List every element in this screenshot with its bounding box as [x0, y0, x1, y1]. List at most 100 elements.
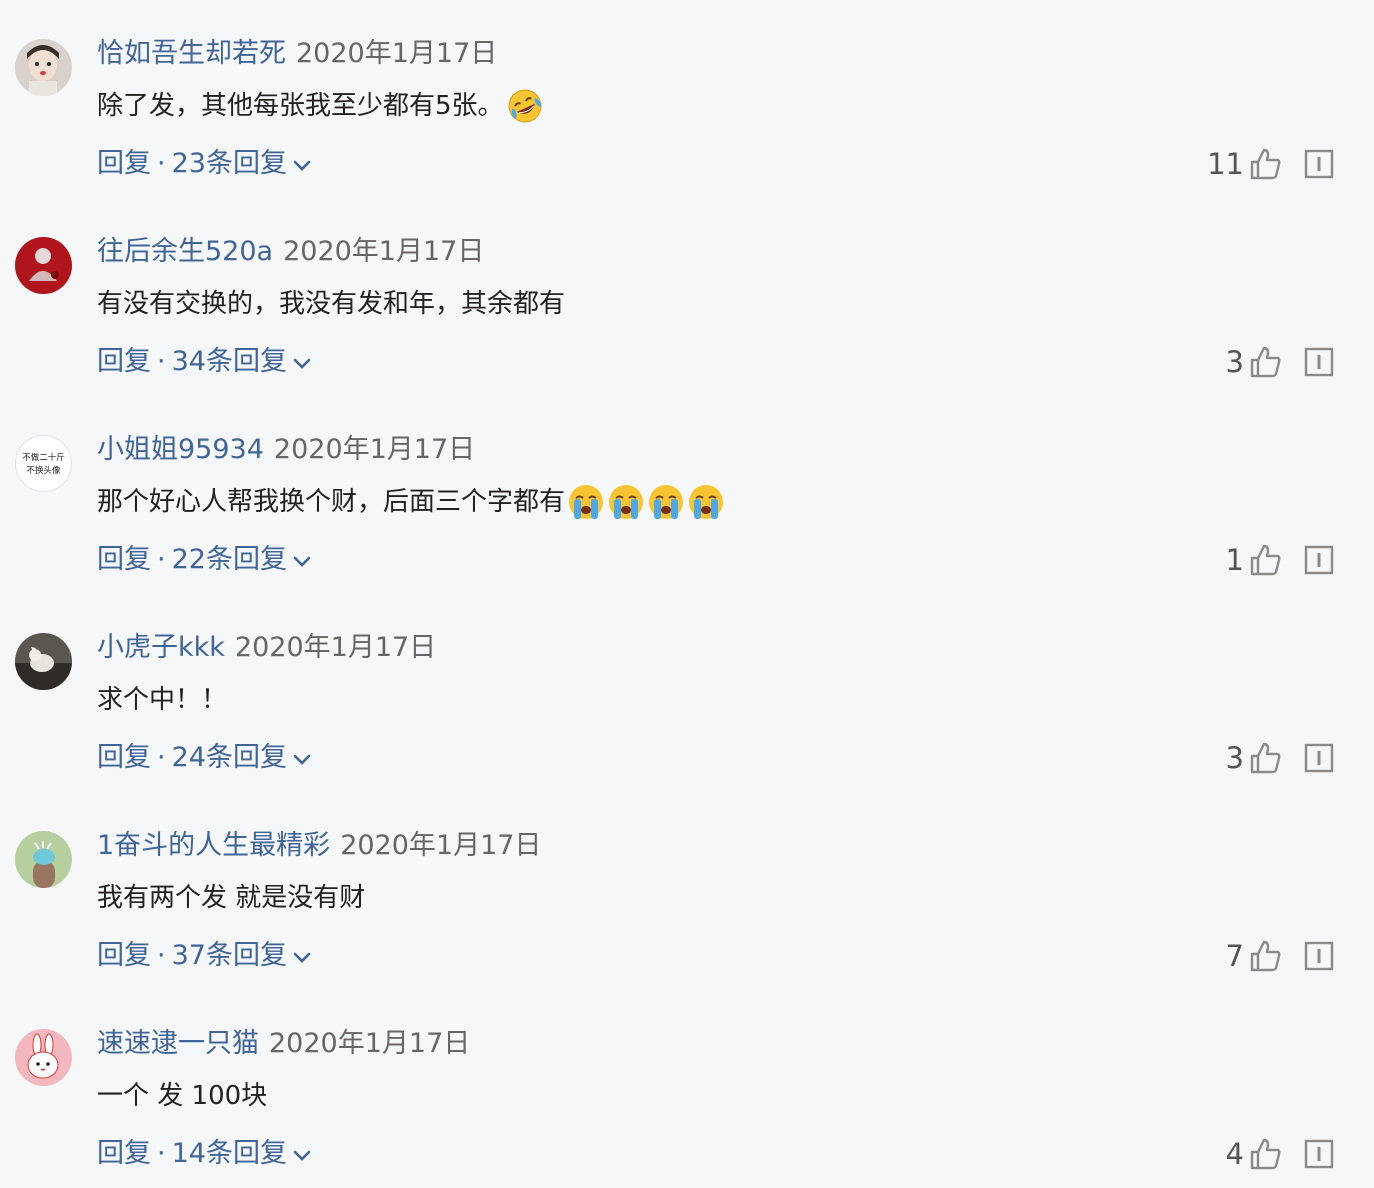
comment-actions: 4: [1226, 1133, 1334, 1175]
username[interactable]: 小姐姐95934: [97, 434, 264, 465]
avatar[interactable]: [15, 831, 72, 888]
separator-dot: ·: [157, 940, 166, 971]
separator-dot: ·: [157, 742, 166, 773]
comment-date: 2020年1月17日: [340, 830, 542, 861]
username[interactable]: 小虎子kkk: [97, 632, 225, 663]
comment-header: 小姐姐95934 2020年1月17日: [97, 430, 475, 470]
report-icon[interactable]: [1304, 743, 1334, 773]
comment-item: 1奋斗的人生最精彩 2020年1月17日 我有两个发 就是没有财 回复 · 37条…: [0, 792, 1374, 990]
avatar-text-2: 不换头像: [26, 465, 61, 476]
reply-count-link[interactable]: 34条回复: [172, 342, 287, 382]
reply-bar: 回复 · 22条回复: [97, 540, 311, 580]
comment-actions: 11: [1207, 143, 1334, 185]
comment-item: 不做二十斤 不换头像 小姐姐95934 2020年1月17日 那个好心人帮我换个财…: [0, 396, 1374, 594]
reply-count-link[interactable]: 23条回复: [172, 144, 287, 184]
comment-text: 求个中！！: [97, 680, 227, 720]
separator-dot: ·: [157, 1138, 166, 1169]
thumbs-up-icon[interactable]: [1248, 1137, 1282, 1171]
chevron-down-icon[interactable]: [293, 754, 311, 766]
thumbs-up-icon[interactable]: [1248, 741, 1282, 775]
avatar[interactable]: 不做二十斤 不换头像: [15, 435, 72, 492]
reply-bar: 回复 · 23条回复: [97, 144, 311, 184]
comment-item: 小虎子kkk 2020年1月17日 求个中！！ 回复 · 24条回复 3: [0, 594, 1374, 792]
reply-button[interactable]: 回复: [97, 936, 151, 976]
report-icon[interactable]: [1304, 1139, 1334, 1169]
comment-date: 2020年1月17日: [269, 1028, 471, 1059]
reply-bar: 回复 · 34条回复: [97, 342, 311, 382]
reply-button[interactable]: 回复: [97, 540, 151, 580]
comment-date: 2020年1月17日: [234, 632, 437, 663]
thumbs-up-icon[interactable]: [1248, 543, 1282, 577]
reply-count-link[interactable]: 22条回复: [172, 540, 287, 580]
username[interactable]: 恰如吾生却若死: [97, 38, 286, 69]
comment-actions: 7: [1226, 935, 1334, 977]
like-count: 11: [1207, 147, 1244, 181]
reply-button[interactable]: 回复: [97, 144, 151, 184]
crying-emoji-icon: [607, 483, 645, 521]
separator-dot: ·: [157, 544, 166, 575]
reply-count-link[interactable]: 24条回复: [172, 738, 287, 778]
comment-text-body: 一个 发 100块: [97, 1081, 268, 1111]
comment-item: 往后余生520a 2020年1月17日 有没有交换的，我没有发和年，其余都有 回复…: [0, 198, 1374, 396]
comment-date: 2020年1月17日: [273, 434, 476, 465]
like-count: 4: [1225, 1137, 1244, 1171]
username[interactable]: 速速逮一只猫: [97, 1028, 259, 1059]
comment-text-body: 求个中！！: [97, 685, 228, 715]
comment-text: 一个 发 100块: [97, 1076, 267, 1116]
reply-button[interactable]: 回复: [97, 738, 151, 778]
chevron-down-icon[interactable]: [293, 952, 311, 964]
report-icon[interactable]: [1304, 545, 1334, 575]
comment-text: 我有两个发 就是没有财: [97, 878, 365, 918]
chevron-down-icon[interactable]: [293, 358, 311, 370]
like-count: 7: [1225, 939, 1244, 973]
reply-bar: 回复 · 37条回复: [97, 936, 311, 976]
comment-text: 有没有交换的，我没有发和年，其余都有: [97, 284, 565, 324]
laughing-crying-emoji-icon: [506, 87, 544, 125]
comment-text-body: 那个好心人帮我换个财，后面三个字都有: [97, 487, 566, 517]
reply-button[interactable]: 回复: [97, 1134, 151, 1174]
username[interactable]: 1奋斗的人生最精彩: [97, 830, 330, 861]
comment-text-body: 有没有交换的，我没有发和年，其余都有: [97, 289, 566, 319]
reply-count-link[interactable]: 14条回复: [172, 1134, 287, 1174]
comment-item: 恰如吾生却若死 2020年1月17日 除了发，其他每张我至少都有5张。 回复 · …: [0, 0, 1374, 198]
thumbs-up-icon[interactable]: [1248, 939, 1282, 973]
chevron-down-icon[interactable]: [293, 1150, 311, 1162]
comment-header: 往后余生520a 2020年1月17日: [97, 232, 484, 272]
report-icon[interactable]: [1304, 941, 1334, 971]
report-icon[interactable]: [1304, 347, 1334, 377]
avatar[interactable]: [15, 237, 72, 294]
comment-actions: 3: [1226, 737, 1334, 779]
comment-header: 恰如吾生却若死 2020年1月17日: [97, 34, 497, 74]
comment-text-body: 我有两个发 就是没有财: [97, 883, 366, 913]
crying-emoji-icon: [687, 483, 725, 521]
like-count: 1: [1225, 543, 1244, 577]
chevron-down-icon[interactable]: [293, 160, 311, 172]
comment-text-body: 除了发，其他每张我至少都有5张。: [97, 91, 504, 121]
comment-header: 1奋斗的人生最精彩 2020年1月17日: [97, 826, 541, 866]
comment-header: 小虎子kkk 2020年1月17日: [97, 628, 436, 668]
reply-bar: 回复 · 24条回复: [97, 738, 311, 778]
avatar[interactable]: [15, 1029, 72, 1086]
thumbs-up-icon[interactable]: [1248, 147, 1282, 181]
comment-actions: 1: [1226, 539, 1334, 581]
crying-emoji-icon: [647, 483, 685, 521]
avatar[interactable]: [15, 633, 72, 690]
avatar[interactable]: [15, 39, 72, 96]
report-icon[interactable]: [1304, 149, 1334, 179]
comment-date: 2020年1月17日: [296, 38, 498, 69]
crying-emoji-icon: [567, 483, 605, 521]
reply-button[interactable]: 回复: [97, 342, 151, 382]
chevron-down-icon[interactable]: [293, 556, 311, 568]
thumbs-up-icon[interactable]: [1248, 345, 1282, 379]
reply-count-link[interactable]: 37条回复: [172, 936, 287, 976]
separator-dot: ·: [157, 148, 166, 179]
like-count: 3: [1225, 345, 1244, 379]
comment-actions: 3: [1226, 341, 1334, 383]
comment-header: 速速逮一只猫 2020年1月17日: [97, 1024, 470, 1064]
reply-bar: 回复 · 14条回复: [97, 1134, 311, 1174]
like-count: 3: [1225, 741, 1244, 775]
username[interactable]: 往后余生520a: [97, 236, 273, 267]
comment-item: 速速逮一只猫 2020年1月17日 一个 发 100块 回复 · 14条回复 4: [0, 990, 1374, 1188]
separator-dot: ·: [157, 346, 166, 377]
comment-text: 那个好心人帮我换个财，后面三个字都有: [97, 482, 725, 522]
